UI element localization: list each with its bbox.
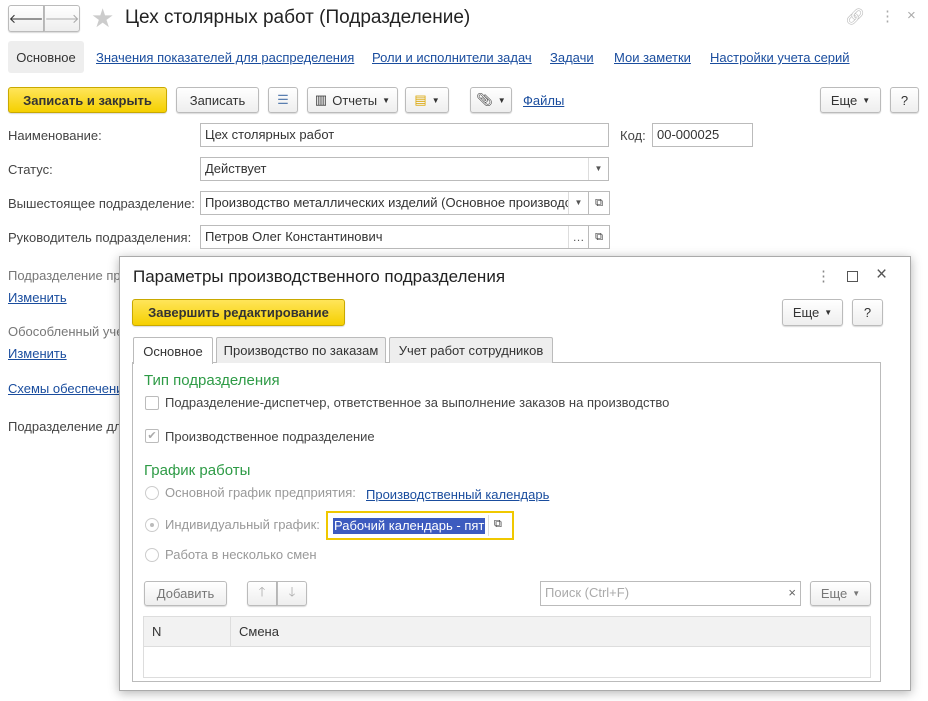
head-label: Руководитель подразделения: (8, 230, 192, 245)
close-icon[interactable]: × (907, 7, 916, 24)
shifts-table: N Смена (143, 616, 871, 678)
tab-indicators[interactable]: Значения показателей для распределения (96, 50, 354, 65)
parent-select[interactable]: Производство металлических изделий (Осно… (200, 191, 589, 215)
open-icon[interactable]: ⧉ (494, 518, 502, 531)
parent-label: Вышестоящее подразделение: (8, 196, 195, 211)
close-icon[interactable]: × (876, 264, 887, 286)
shifts-label: Работа в несколько смен (165, 547, 317, 562)
report-icon: ▥ (314, 92, 328, 107)
column-header-n[interactable]: N (144, 617, 231, 647)
open-icon[interactable]: ⧉ (588, 225, 610, 249)
list-icon[interactable]: ☰ (268, 87, 298, 113)
tab-main[interactable]: Основное (133, 337, 213, 364)
main-schedule-radio[interactable] (145, 486, 159, 500)
individual-schedule-input[interactable]: Рабочий календарь - пяти ⧉ (326, 511, 514, 540)
clear-icon[interactable]: × (788, 582, 796, 604)
head-input[interactable]: Петров Олег Константинович… (200, 225, 589, 249)
table-more-button[interactable]: Еще ▼ (810, 581, 871, 606)
prod-label: Подразделение пр (8, 268, 121, 283)
add-button[interactable]: Добавить (144, 581, 227, 606)
name-label: Наименование: (8, 128, 102, 143)
save-button[interactable]: Записать (176, 87, 259, 113)
tab-tasks[interactable]: Задачи (550, 50, 594, 65)
files-link[interactable]: Файлы (523, 93, 564, 108)
tab-notes[interactable]: Мои заметки (614, 50, 691, 65)
dispatcher-checkbox[interactable] (145, 396, 159, 410)
document-icon: ▤ (414, 92, 427, 107)
change-link[interactable]: Изменить (8, 290, 67, 305)
main-schedule-label: Основной график предприятия: (165, 485, 356, 500)
shifts-radio[interactable] (145, 548, 159, 562)
calendar-link[interactable]: Производственный календарь (366, 487, 549, 502)
link-icon[interactable]: 🔗︎ (845, 7, 865, 27)
finish-editing-button[interactable]: Завершить редактирование (132, 299, 345, 326)
save-close-button[interactable]: Записать и закрыть (8, 87, 167, 113)
maximize-icon[interactable] (847, 271, 858, 282)
schemes-link[interactable]: Схемы обеспечени (8, 381, 123, 396)
more-button[interactable]: Еще ▼ (782, 299, 843, 326)
arrow-right-icon: 🡒 (44, 10, 80, 26)
dispatcher-label: Подразделение-диспетчер, ответственное з… (165, 395, 670, 410)
arrow-left-icon: 🡐 (8, 10, 44, 26)
production-label: Производственное подразделение (165, 429, 375, 444)
tab-series[interactable]: Настройки учета серий (710, 50, 850, 65)
tab-roles[interactable]: Роли и исполнители задач (372, 50, 532, 65)
name-input[interactable]: Цех столярных работ (200, 123, 609, 147)
move-up-button[interactable]: 🡑 (247, 581, 277, 606)
tab-orders[interactable]: Производство по заказам (216, 337, 386, 363)
tab-employees[interactable]: Учет работ сотрудников (389, 337, 553, 363)
schedule-heading: График работы (144, 462, 251, 479)
attach-button[interactable]: 📎︎ ▼ (470, 87, 512, 113)
move-down-button[interactable]: 🡓 (277, 581, 307, 606)
arrow-down-icon: 🡓 (288, 583, 296, 599)
page-title: Цех столярных работ (Подразделение) (125, 7, 471, 28)
more-button[interactable]: Еще ▼ (820, 87, 881, 113)
for-label: Подразделение дл (8, 419, 122, 434)
arrow-up-icon: 🡑 (258, 583, 266, 599)
tab-main[interactable]: Основное (8, 41, 84, 73)
help-button[interactable]: ? (890, 87, 919, 113)
code-label: Код: (620, 128, 646, 143)
production-checkbox[interactable]: ✔ (145, 429, 159, 443)
chevron-down-icon[interactable]: ▼ (588, 158, 608, 180)
search-input[interactable]: Поиск (Ctrl+F) × (540, 581, 801, 606)
open-icon[interactable]: ⧉ (588, 191, 610, 215)
individual-radio[interactable] (145, 518, 159, 532)
individual-label: Индивидуальный график: (165, 517, 320, 532)
more-vert-icon[interactable]: ⋮ (816, 267, 831, 285)
reports-button[interactable]: ▥ Отчеты ▼ (307, 87, 398, 113)
change-link[interactable]: Изменить (8, 346, 67, 361)
status-select[interactable]: Действует ▼ (200, 157, 609, 181)
print-button[interactable]: ▤ ▼ (405, 87, 449, 113)
paperclip-icon: 📎︎ (476, 92, 493, 107)
chevron-down-icon[interactable]: ▼ (568, 192, 588, 214)
type-heading: Тип подразделения (144, 372, 280, 389)
help-button[interactable]: ? (852, 299, 883, 326)
forward-button[interactable]: 🡒 (44, 5, 80, 32)
code-input[interactable]: 00-000025 (652, 123, 753, 147)
status-label: Статус: (8, 162, 53, 177)
more-vert-icon[interactable]: ⋮ (880, 7, 895, 25)
column-header-shift[interactable]: Смена (231, 617, 287, 647)
ellipsis-icon[interactable]: … (568, 226, 588, 248)
back-button[interactable]: 🡐 (8, 5, 44, 32)
dialog: Параметры производственного подразделени… (119, 256, 911, 691)
separate-label: Обособленный уче (8, 324, 124, 339)
star-icon[interactable]: ★ (91, 3, 114, 34)
dialog-title: Параметры производственного подразделени… (133, 267, 506, 286)
